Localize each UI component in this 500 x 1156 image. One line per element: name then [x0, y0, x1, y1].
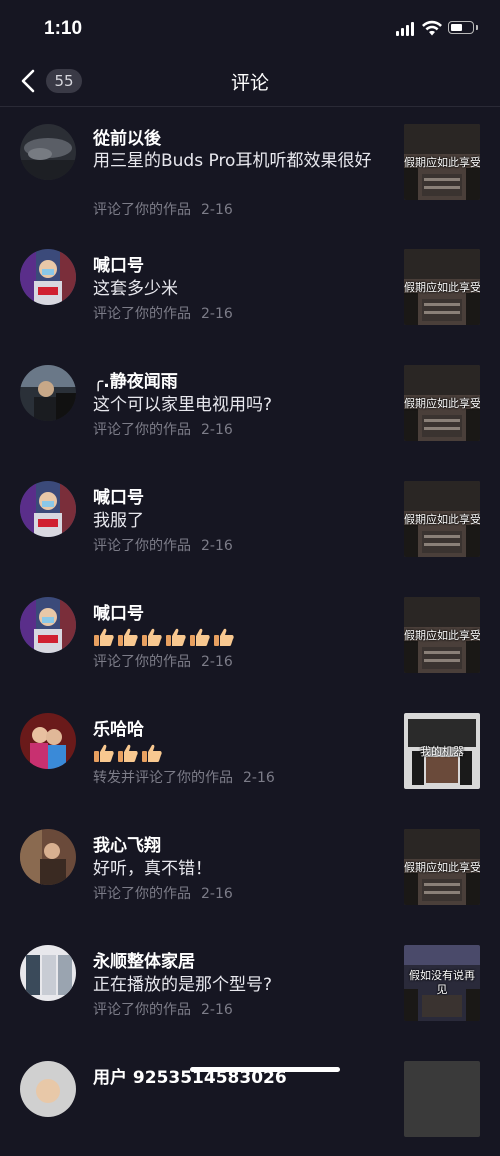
video-thumbnail[interactable]: 假期应如此享受 [404, 829, 480, 905]
thumbs-up-emoji-icon [165, 627, 187, 647]
comment-date: 2-16 [201, 538, 233, 554]
comment-meta: 评论了你的作品 2-16 [93, 303, 233, 323]
comment-date: 2-16 [201, 306, 233, 322]
comment-text: 用三星的Buds Pro耳机听都效果很好 [93, 151, 372, 171]
comment-item[interactable]: 從前以後 用三星的Buds Pro耳机听都效果很好 评论了你的作品 2-16 假期… [0, 107, 500, 219]
comment-meta: 评论了你的作品 2-16 [93, 419, 233, 439]
status-time: 1:10 [44, 18, 83, 39]
thumbnail-caption: 假期应如此享受 [404, 156, 480, 169]
avatar[interactable] [20, 945, 76, 1001]
commenter-name[interactable]: 喊口号 [93, 251, 144, 276]
thumbs-up-emoji-icon [93, 627, 115, 647]
thumbs-up-emoji-icon [141, 743, 163, 763]
video-thumbnail[interactable]: 假期应如此享受 [404, 597, 480, 673]
meta-text: 评论了你的作品 [93, 886, 191, 902]
video-thumbnail[interactable] [404, 1061, 480, 1137]
thumbnail-caption: 假期应如此享受 [404, 629, 480, 642]
page-title: 评论 [230, 72, 269, 94]
comment-item[interactable]: 用户 9253514583026 [0, 1046, 500, 1156]
meta-text: 评论了你的作品 [93, 422, 191, 438]
meta-text: 评论了你的作品 [93, 306, 191, 322]
comment-date: 2-16 [243, 770, 275, 786]
meta-text: 评论了你的作品 [93, 654, 191, 670]
thumbnail-caption: 我的机器 [420, 745, 464, 758]
commenter-name[interactable]: 乐哈哈 [93, 715, 144, 740]
comment-item[interactable]: 永顺整体家居 正在播放的是那个型号? 评论了你的作品 2-16 假如没有说再见 [0, 930, 500, 1040]
commenter-name[interactable]: 喊口号 [93, 599, 144, 624]
avatar[interactable] [20, 365, 76, 421]
wifi-icon [422, 20, 442, 36]
video-thumbnail[interactable]: 假期应如此享受 [404, 124, 480, 200]
cellular-signal-icon [396, 22, 414, 36]
thumbs-up-emoji-icon [117, 743, 139, 763]
comment-text: 这套多少米 [93, 279, 178, 299]
nav-header: 55 评论 [0, 58, 500, 107]
avatar[interactable] [20, 713, 76, 769]
thumbnail-caption: 假期应如此享受 [404, 861, 480, 874]
commenter-name[interactable]: 永顺整体家居 [93, 947, 195, 972]
comment-date: 2-16 [201, 654, 233, 670]
comment-item[interactable]: 乐哈哈 转发并评论了你的作品 2-16 我的机器 [0, 698, 500, 808]
comment-emoji-row [93, 625, 389, 649]
meta-text: 评论了你的作品 [93, 538, 191, 554]
thumbs-up-emoji-icon [117, 627, 139, 647]
avatar[interactable] [20, 249, 76, 305]
battery-icon [448, 21, 478, 34]
status-bar: 1:10 [0, 0, 500, 58]
thumbnail-caption: 假期应如此享受 [404, 281, 480, 294]
video-thumbnail[interactable]: 假期应如此享受 [404, 481, 480, 557]
comment-date: 2-16 [201, 886, 233, 902]
comment-text: 好听，真不错！ [93, 859, 212, 879]
comment-date: 2-16 [201, 202, 233, 218]
comment-text: 这个可以家里电视用吗? [93, 395, 273, 415]
comment-date: 2-16 [201, 422, 233, 438]
avatar[interactable] [20, 829, 76, 885]
thumbs-up-emoji-icon [93, 743, 115, 763]
comment-text: 正在播放的是那个型号? [93, 975, 273, 995]
commenter-name[interactable]: 從前以後 [93, 124, 161, 149]
meta-text: 转发并评论了你的作品 [93, 770, 233, 786]
thumbnail-caption: 假期应如此享受 [404, 397, 480, 410]
comment-meta: 评论了你的作品 2-16 [93, 651, 233, 671]
comment-meta: 转发并评论了你的作品 2-16 [93, 767, 275, 787]
video-thumbnail[interactable]: 假期应如此享受 [404, 249, 480, 325]
meta-text: 评论了你的作品 [93, 202, 191, 218]
video-thumbnail[interactable]: 假期应如此享受 [404, 365, 480, 441]
thumbnail-caption: 假期应如此享受 [404, 513, 480, 526]
avatar[interactable] [20, 1061, 76, 1117]
comment-date: 2-16 [201, 1002, 233, 1018]
thumbs-up-emoji-icon [141, 627, 163, 647]
commenter-name[interactable]: 喊口号 [93, 483, 144, 508]
video-thumbnail[interactable]: 我的机器 [404, 713, 480, 789]
meta-text: 评论了你的作品 [93, 1002, 191, 1018]
commenter-name[interactable]: ╭.静夜闻雨 [93, 367, 178, 392]
comment-meta: 评论了你的作品 2-16 [93, 535, 233, 555]
avatar[interactable] [20, 124, 76, 180]
comment-item[interactable]: 喊口号 这套多少米 评论了你的作品 2-16 假期应如此享受 [0, 234, 500, 344]
comment-meta: 评论了你的作品 2-16 [93, 883, 233, 903]
avatar[interactable] [20, 481, 76, 537]
thumbs-up-emoji-icon [213, 627, 235, 647]
home-indicator[interactable] [190, 1067, 340, 1072]
comment-item[interactable]: 我心飞翔 好听，真不错！ 评论了你的作品 2-16 假期应如此享受 [0, 814, 500, 924]
comment-meta: 评论了你的作品 2-16 [93, 999, 233, 1019]
comment-item[interactable]: 喊口号 我服了 评论了你的作品 2-16 假期应如此享受 [0, 466, 500, 576]
comment-item[interactable]: 喊口号 评论了你的作品 2-16 假期应如此享受 [0, 582, 500, 692]
thumbnail-caption: 假如没有说再见 [409, 969, 475, 996]
comment-emoji-row [93, 741, 389, 765]
video-thumbnail[interactable]: 假如没有说再见 [404, 945, 480, 1021]
comment-item[interactable]: ╭.静夜闻雨 这个可以家里电视用吗? 评论了你的作品 2-16 假期应如此享受 [0, 350, 500, 460]
thumbs-up-emoji-icon [189, 627, 211, 647]
commenter-name[interactable]: 我心飞翔 [93, 831, 161, 856]
comment-meta: 评论了你的作品 2-16 [93, 199, 233, 219]
avatar[interactable] [20, 597, 76, 653]
comment-text: 我服了 [93, 511, 144, 531]
